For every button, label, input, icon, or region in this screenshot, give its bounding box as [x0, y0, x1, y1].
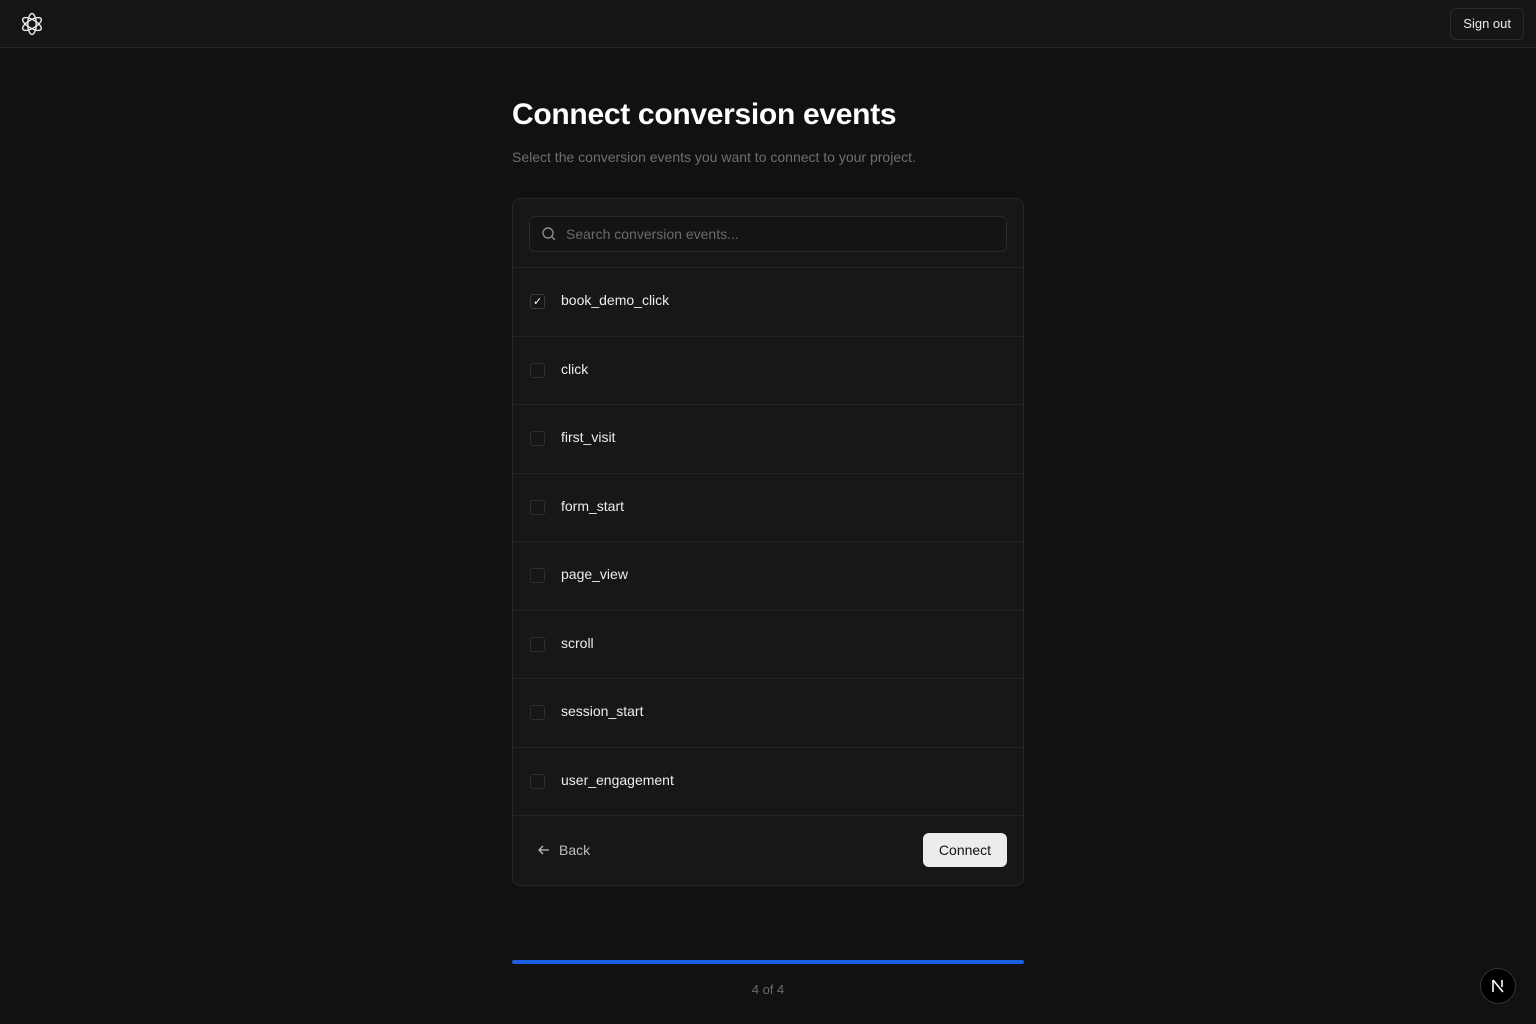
event-label: form_start [561, 497, 625, 514]
search-input[interactable] [566, 217, 996, 251]
checkbox[interactable] [530, 568, 545, 583]
event-list: ✓ book_demo_clickclick first_visit form_sta… [513, 268, 1023, 816]
event-label: page_view [561, 566, 628, 582]
checkbox[interactable] [530, 773, 545, 789]
event-item[interactable]: form_start [513, 474, 1023, 542]
connect-button[interactable]: Connect [923, 833, 1007, 867]
card-footer: Back Connect [513, 816, 1023, 885]
event-label: click [561, 360, 589, 377]
step-indicator: 4 of 4 [751, 982, 785, 997]
event-label: session_start [561, 703, 644, 719]
event-label: user_engagement [561, 771, 674, 788]
checkbox[interactable] [530, 499, 545, 515]
checkbox[interactable] [530, 705, 545, 720]
sign-out-button[interactable]: Sign out [1450, 8, 1524, 40]
arrow-left-icon [538, 845, 549, 855]
top-bar: Sign out [0, 0, 1536, 48]
page-subtitle: Select the conversion events you want to… [512, 149, 916, 165]
event-label: book_demo_click [561, 292, 670, 308]
page-title: Connect conversion events [512, 98, 897, 131]
event-label: scroll [561, 634, 594, 651]
progress-fill [512, 960, 1024, 964]
flower-logo-icon[interactable] [19, 11, 45, 37]
check-icon: ✓ [533, 296, 543, 308]
event-item[interactable]: user_engagement [513, 748, 1023, 816]
search-box[interactable] [529, 216, 1007, 252]
back-label: Back [559, 842, 591, 858]
checkbox[interactable] [530, 431, 545, 446]
back-button[interactable]: Back [537, 836, 590, 864]
event-label: first_visit [561, 429, 616, 445]
search-icon [542, 227, 556, 241]
progress-bar [512, 960, 1024, 964]
event-item[interactable]: scroll [513, 611, 1023, 679]
event-item[interactable]: first_visit [513, 405, 1023, 474]
event-item[interactable]: ✓ book_demo_click [513, 268, 1023, 337]
checkbox[interactable] [530, 362, 545, 378]
n-letter-icon [1492, 979, 1504, 993]
event-item[interactable]: session_start [513, 679, 1023, 748]
checkbox-checked[interactable]: ✓ [530, 294, 545, 309]
event-item[interactable]: click [513, 337, 1023, 405]
event-item[interactable]: page_view [513, 542, 1023, 611]
events-card: ✓ book_demo_clickclick first_visit form_sta… [512, 198, 1024, 886]
search-section [513, 199, 1023, 268]
checkbox[interactable] [530, 636, 545, 652]
next-dev-badge[interactable] [1480, 968, 1516, 1004]
